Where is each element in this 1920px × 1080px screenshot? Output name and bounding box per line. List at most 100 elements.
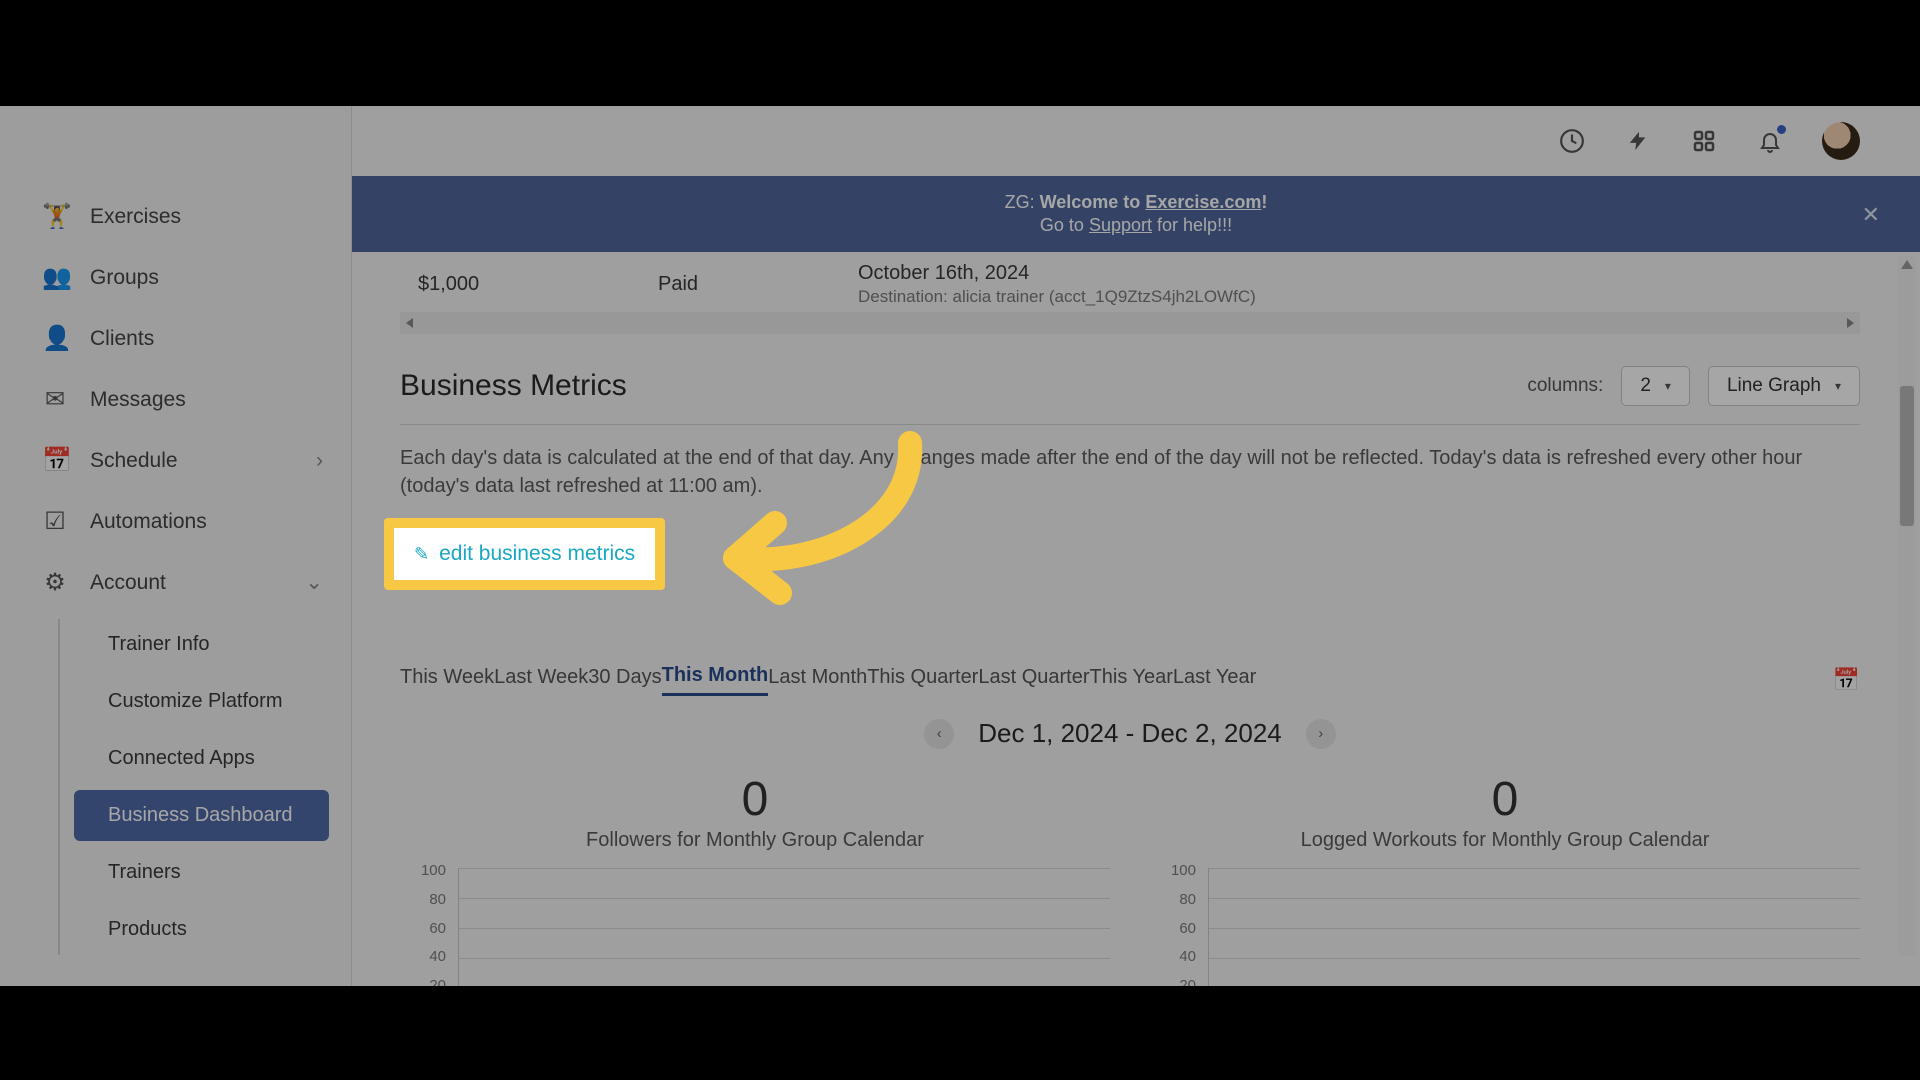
y-axis-labels: 100 80 60 40 20: [400, 862, 454, 986]
divider: [400, 424, 1860, 425]
payout-amount: $1,000: [418, 273, 658, 296]
tab-this-week[interactable]: This Week: [400, 666, 494, 695]
chart-label: Logged Workouts for Monthly Group Calend…: [1150, 829, 1860, 852]
tab-30-days[interactable]: 30 Days: [588, 666, 661, 695]
ytick: 40: [1150, 948, 1196, 965]
sidebar-sub-trainers[interactable]: Trainers: [74, 847, 329, 898]
graph-type-select[interactable]: Line Graph ▾: [1708, 366, 1860, 406]
person-icon: 👤: [42, 324, 68, 353]
group-icon: 👥: [42, 263, 68, 292]
columns-value: 2: [1640, 375, 1651, 397]
calendar-icon: 📅: [42, 446, 68, 475]
ytick: 80: [400, 891, 446, 908]
check-icon: ☑: [42, 507, 68, 536]
chart-grid: [1208, 868, 1860, 986]
ytick: 40: [400, 948, 446, 965]
next-range-button[interactable]: ›: [1306, 719, 1336, 749]
chevron-down-icon: ⌄: [305, 570, 323, 595]
banner-text: Welcome to: [1040, 192, 1141, 212]
chevron-down-icon: ▾: [1665, 379, 1671, 393]
sidebar: 🏋 Exercises 👥 Groups 👤 Clients ✉ Message…: [0, 106, 352, 986]
tab-last-month[interactable]: Last Month: [768, 666, 867, 695]
sidebar-item-schedule[interactable]: 📅 Schedule ›: [0, 430, 351, 491]
payout-destination: Destination: alicia trainer (acct_1Q9Ztz…: [858, 287, 1256, 307]
chart-value: 0: [1150, 772, 1860, 827]
sidebar-item-clients[interactable]: 👤 Clients: [0, 308, 351, 369]
vertical-scrollbar[interactable]: [1898, 256, 1916, 956]
time-range-tabs: This Week Last Week 30 Days This Month L…: [400, 664, 1860, 696]
payout-status: Paid: [658, 273, 858, 296]
chart-plot: 100 80 60 40 20: [1150, 862, 1860, 986]
calendar-picker-icon[interactable]: 📅: [1833, 667, 1860, 693]
sidebar-sub-business-dashboard[interactable]: Business Dashboard: [74, 790, 329, 841]
edit-business-metrics-link[interactable]: ✎ edit business metrics: [384, 518, 665, 590]
prev-range-button[interactable]: ‹: [924, 719, 954, 749]
chart-plot: 100 80 60 40 20: [400, 862, 1110, 986]
sidebar-account-submenu: Trainer Info Customize Platform Connecte…: [58, 619, 351, 955]
date-range-label: Dec 1, 2024 - Dec 2, 2024: [978, 718, 1282, 749]
payout-meta: October 16th, 2024 Destination: alicia t…: [858, 262, 1256, 307]
banner-line-1: ZG: Welcome to Exercise.com!: [1005, 192, 1268, 213]
gear-icon: ⚙: [42, 568, 68, 597]
banner-text: !: [1261, 192, 1267, 212]
sidebar-item-label: Account: [90, 571, 166, 595]
columns-label: columns:: [1527, 375, 1603, 397]
tab-last-week[interactable]: Last Week: [494, 666, 588, 695]
sidebar-item-label: Groups: [90, 266, 159, 290]
charts-row: 0 Followers for Monthly Group Calendar 1…: [400, 772, 1860, 986]
banner-line-2: Go to Support for help!!!: [1040, 215, 1232, 236]
sidebar-sub-products[interactable]: Products: [74, 904, 329, 955]
sidebar-item-label: Clients: [90, 327, 154, 351]
close-icon[interactable]: ✕: [1862, 202, 1880, 228]
ytick: 60: [400, 920, 446, 937]
tab-last-quarter[interactable]: Last Quarter: [978, 666, 1089, 695]
chart-grid: [458, 868, 1110, 986]
banner-text: Go to: [1040, 215, 1084, 235]
sidebar-sub-connected-apps[interactable]: Connected Apps: [74, 733, 329, 784]
chart-value: 0: [400, 772, 1110, 827]
sidebar-item-label: Messages: [90, 388, 186, 412]
chevron-right-icon: ›: [316, 449, 323, 473]
pencil-icon: ✎: [414, 544, 429, 565]
mail-icon: ✉: [42, 385, 68, 414]
sidebar-item-account[interactable]: ⚙ Account ⌄: [0, 552, 351, 613]
chart-label: Followers for Monthly Group Calendar: [400, 829, 1110, 852]
payout-date: October 16th, 2024: [858, 262, 1256, 285]
banner-link-support[interactable]: Support: [1089, 215, 1152, 235]
letterbox-bottom: [0, 986, 1920, 1080]
tab-this-month[interactable]: This Month: [662, 664, 769, 696]
sidebar-item-label: Automations: [90, 510, 207, 534]
chevron-down-icon: ▾: [1835, 379, 1841, 393]
columns-select[interactable]: 2 ▾: [1621, 366, 1690, 406]
banner-prefix: ZG:: [1005, 192, 1035, 212]
sidebar-sub-trainer-info[interactable]: Trainer Info: [74, 619, 329, 670]
tab-this-year[interactable]: This Year: [1090, 666, 1173, 695]
payout-row: $1,000 Paid October 16th, 2024 Destinati…: [400, 256, 1860, 312]
sidebar-item-automations[interactable]: ☑ Automations: [0, 491, 351, 552]
date-range-nav: ‹ Dec 1, 2024 - Dec 2, 2024 ›: [400, 718, 1860, 749]
y-axis-labels: 100 80 60 40 20: [1150, 862, 1204, 986]
horizontal-scrollbar[interactable]: [400, 312, 1860, 334]
ytick: 100: [1150, 862, 1196, 879]
ytick: 20: [400, 977, 446, 986]
sidebar-item-label: Exercises: [90, 205, 181, 229]
sidebar-item-exercises[interactable]: 🏋 Exercises: [0, 186, 351, 247]
section-description: Each day's data is calculated at the end…: [400, 444, 1860, 500]
section-header: Business Metrics columns: 2 ▾ Line Graph…: [400, 366, 1860, 406]
tab-last-year[interactable]: Last Year: [1173, 666, 1256, 695]
dumbbell-icon: 🏋: [42, 202, 68, 231]
welcome-banner: ZG: Welcome to Exercise.com! Go to Suppo…: [352, 176, 1920, 252]
banner-link-exercise[interactable]: Exercise.com: [1145, 192, 1261, 212]
chart-followers: 0 Followers for Monthly Group Calendar 1…: [400, 772, 1110, 986]
ytick: 20: [1150, 977, 1196, 986]
chart-logged-workouts: 0 Logged Workouts for Monthly Group Cale…: [1150, 772, 1860, 986]
banner-text: for help!!!: [1157, 215, 1232, 235]
scrollbar-thumb[interactable]: [1900, 386, 1914, 526]
graph-type-value: Line Graph: [1727, 375, 1821, 397]
edit-link-label: edit business metrics: [439, 542, 635, 566]
sidebar-sub-customize-platform[interactable]: Customize Platform: [74, 676, 329, 727]
sidebar-item-groups[interactable]: 👥 Groups: [0, 247, 351, 308]
main-content: ZG: Welcome to Exercise.com! Go to Suppo…: [352, 106, 1920, 986]
tab-this-quarter[interactable]: This Quarter: [867, 666, 978, 695]
sidebar-item-messages[interactable]: ✉ Messages: [0, 369, 351, 430]
